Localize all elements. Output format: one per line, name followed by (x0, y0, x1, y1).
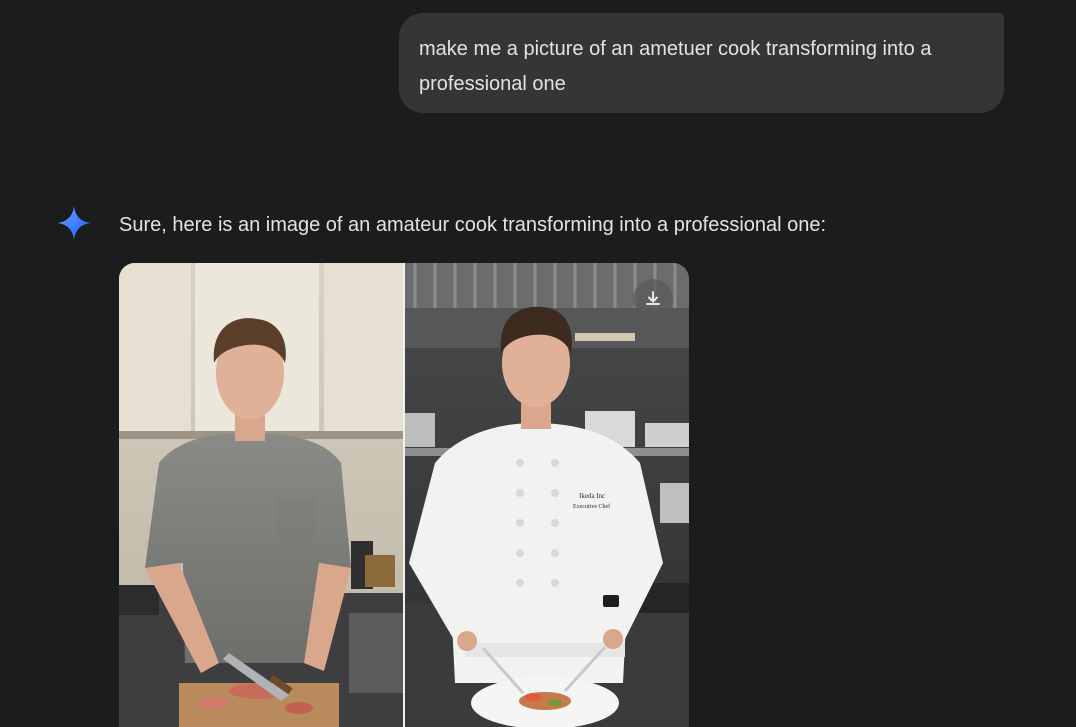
gemini-sparkle-icon (56, 205, 92, 241)
professional-chef-panel: Ikeda Inc Executive Chef (405, 263, 689, 727)
generated-image[interactable]: Ikeda Inc Executive Chef (119, 263, 689, 727)
jacket-embroidery-line1: Ikeda Inc (579, 492, 605, 500)
user-message-text: make me a picture of an ametuer cook tra… (419, 38, 932, 95)
download-button[interactable] (633, 279, 673, 319)
chat-page: make me a picture of an ametuer cook tra… (0, 0, 1076, 727)
amateur-cook-panel (119, 263, 403, 727)
assistant-reply-text: Sure, here is an image of an amateur coo… (119, 214, 827, 236)
download-icon (646, 291, 660, 305)
jacket-embroidery-line2: Executive Chef (573, 503, 610, 510)
user-message-bubble: make me a picture of an ametuer cook tra… (399, 13, 1004, 113)
